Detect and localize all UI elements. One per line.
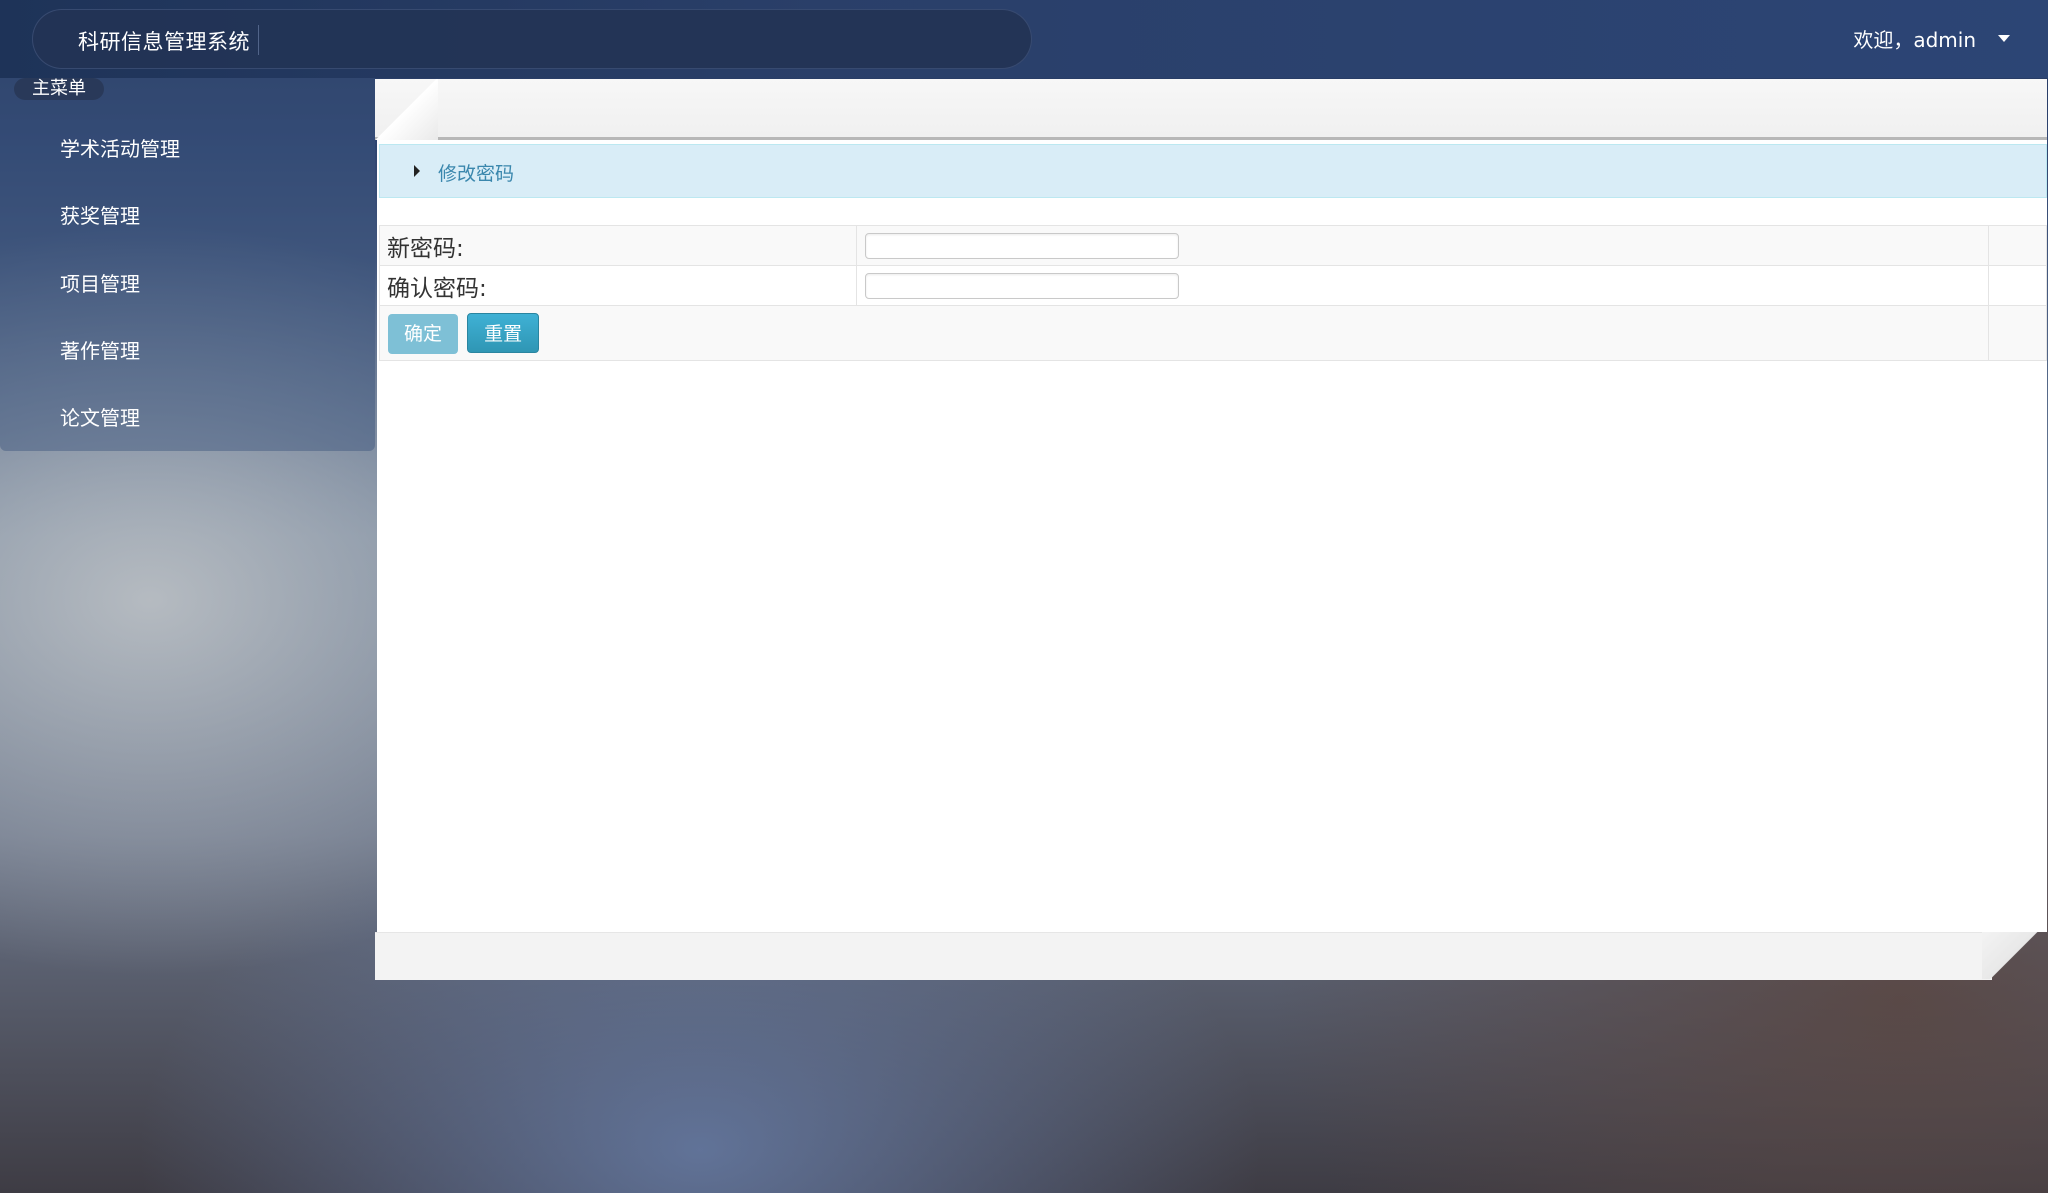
- sidebar-item-academic-activities[interactable]: 学术活动管理: [60, 133, 180, 162]
- form-row-buttons: 确定 重置: [379, 305, 2047, 361]
- sidebar-item-books[interactable]: 著作管理: [60, 335, 140, 364]
- change-password-form: 新密码: 确认密码: 确定 重置: [379, 225, 2047, 361]
- sidebar: [0, 78, 375, 451]
- user-menu-toggle[interactable]: 欢迎，admin: [1853, 24, 2010, 53]
- empty-cell: [1988, 305, 2047, 361]
- sidebar-item-awards[interactable]: 获奖管理: [60, 200, 140, 229]
- content-top-bar: [375, 79, 2047, 140]
- menu-header: 主菜单: [14, 78, 104, 100]
- top-bar: 科研信息管理系统 欢迎，admin: [0, 0, 2048, 78]
- title-divider: [258, 25, 259, 55]
- empty-cell: [1988, 265, 2047, 306]
- new-password-input[interactable]: [865, 232, 1179, 259]
- confirm-password-label: 确认密码:: [379, 265, 857, 306]
- sidebar-item-projects[interactable]: 项目管理: [60, 268, 140, 297]
- content-body: 修改密码 新密码: 确认密码: 确定 重置: [377, 140, 2047, 932]
- empty-cell: [1988, 225, 2047, 266]
- form-row-new-password: 新密码:: [379, 225, 2047, 266]
- form-row-confirm-password: 确认密码:: [379, 265, 2047, 306]
- page-curl-decoration: [375, 79, 438, 140]
- caret-down-icon: [1998, 35, 2010, 42]
- section-title: 修改密码: [438, 163, 515, 185]
- buttons-cell: 确定 重置: [379, 305, 1989, 361]
- triangle-right-icon: [414, 165, 420, 177]
- content-footer-bar: [375, 932, 1992, 980]
- confirm-password-input[interactable]: [865, 272, 1179, 299]
- section-header: 修改密码: [379, 144, 2047, 198]
- new-password-label: 新密码:: [379, 225, 857, 266]
- confirm-password-cell: [856, 265, 1989, 306]
- reset-button[interactable]: 重置: [467, 312, 540, 353]
- content-panel: 修改密码 新密码: 确认密码: 确定 重置: [375, 79, 2047, 980]
- sidebar-item-papers[interactable]: 论文管理: [60, 402, 140, 431]
- new-password-cell: [856, 225, 1989, 266]
- confirm-button[interactable]: 确定: [388, 313, 459, 354]
- app-title: 科研信息管理系统: [78, 30, 250, 54]
- title-pill: 科研信息管理系统: [32, 9, 1032, 69]
- welcome-text: 欢迎，admin: [1853, 28, 1976, 52]
- bottom-curl-decoration: [1982, 932, 2047, 979]
